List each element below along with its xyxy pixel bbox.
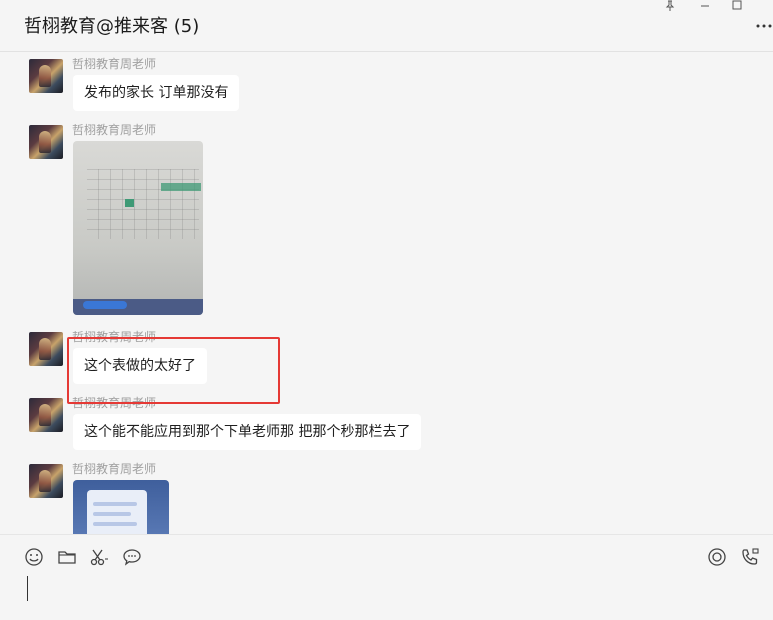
message-bubble[interactable]: 发布的家长 订单那没有 <box>73 75 240 111</box>
text-cursor <box>27 576 28 601</box>
highlight-box <box>67 337 280 404</box>
screenshot-thumbnail <box>73 141 203 315</box>
scissors-icon[interactable] <box>89 547 109 567</box>
sender-name: 哲栩教育周老师 <box>72 462 157 476</box>
maximize-icon[interactable] <box>727 0 747 14</box>
screenshot-thumbnail <box>73 480 169 534</box>
message-item: 哲栩教育周老师 发布的家长 订单那没有 <box>0 55 773 115</box>
message-item: 哲栩教育周老师 <box>0 121 773 317</box>
pin-icon[interactable] <box>660 0 680 14</box>
chat-title: 哲栩教育@推来客 (5) <box>24 16 200 37</box>
message-list[interactable]: 哲栩教育周老师 发布的家长 订单那没有 哲栩教育周老师 哲栩教育周老师 这个表做… <box>0 53 773 534</box>
record-icon[interactable] <box>707 547 727 567</box>
input-area[interactable] <box>0 534 773 620</box>
message-item: 哲栩教育周老师 <box>0 460 773 534</box>
image-message[interactable] <box>73 480 169 534</box>
more-dots-icon[interactable] <box>755 18 773 32</box>
minimize-icon[interactable] <box>695 0 715 14</box>
call-icon[interactable] <box>740 547 760 567</box>
message-bubble[interactable]: 这个能不能应用到那个下单老师那 把那个秒那栏去了 <box>73 414 422 450</box>
avatar[interactable] <box>29 125 63 159</box>
avatar[interactable] <box>29 464 63 498</box>
avatar[interactable] <box>29 59 63 93</box>
sender-name: 哲栩教育周老师 <box>72 123 157 137</box>
chat-bubble-icon[interactable] <box>122 547 142 567</box>
sender-name: 哲栩教育周老师 <box>72 57 157 71</box>
folder-icon[interactable] <box>57 547 77 567</box>
emoji-icon[interactable] <box>24 547 44 567</box>
chat-header: 哲栩教育@推来客 (5) <box>0 0 773 52</box>
image-message[interactable] <box>73 141 203 315</box>
avatar[interactable] <box>29 332 63 366</box>
avatar[interactable] <box>29 398 63 432</box>
